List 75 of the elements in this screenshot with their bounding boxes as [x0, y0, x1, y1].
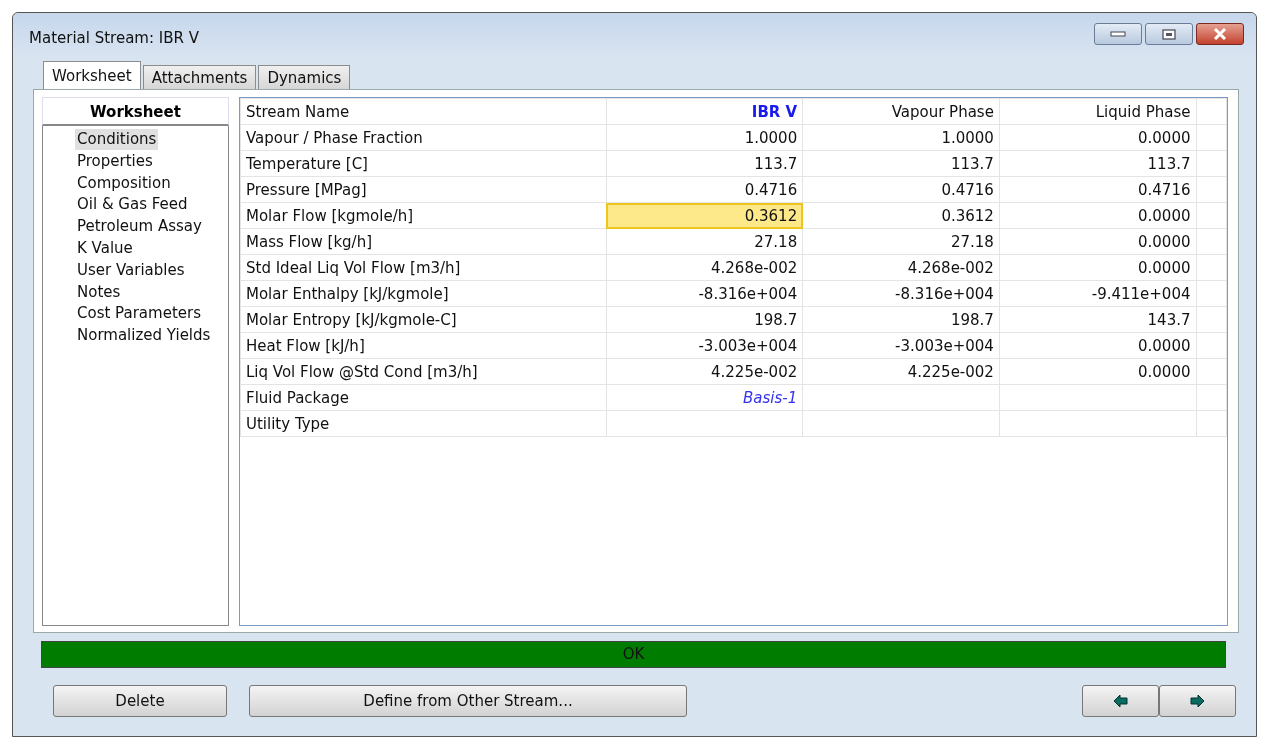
table-cell: 0.4716: [606, 176, 803, 203]
table-cell: 0.0000: [999, 228, 1196, 255]
sidebar-item[interactable]: K Value: [75, 238, 135, 259]
row-label: Pressure [MPag]: [240, 176, 607, 203]
delete-button[interactable]: Delete: [53, 685, 227, 717]
table-cell[interactable]: 0.3612: [606, 202, 803, 229]
row-label: Liq Vol Flow @Std Cond [m3/h]: [240, 358, 607, 385]
table-cell: 1.0000: [802, 124, 1000, 151]
fluid-package-link[interactable]: Basis-1: [606, 384, 803, 411]
forward-button[interactable]: [1159, 685, 1236, 717]
table-cell: 113.7: [802, 150, 1000, 177]
sidebar-item[interactable]: Normalized Yields: [75, 325, 213, 347]
table-cell: 0.0000: [999, 124, 1196, 151]
table-cell: 4.225e-002: [606, 358, 803, 385]
sidebar-item[interactable]: Oil & Gas Feed: [75, 194, 190, 216]
row-label: Std Ideal Liq Vol Flow [m3/h]: [240, 254, 607, 281]
table-cell: -8.316e+004: [606, 280, 803, 307]
right-arrow-icon: [1189, 694, 1206, 708]
row-label: Molar Entropy [kJ/kgmole-C]: [240, 306, 607, 333]
table-cell: 0.4716: [802, 176, 1000, 203]
table-cell: -3.003e+004: [802, 332, 1000, 359]
row-label: Molar Enthalpy [kJ/kgmole]: [240, 280, 607, 307]
table-cell: 0.0000: [999, 332, 1196, 359]
minimize-icon: [1110, 30, 1126, 38]
define-button[interactable]: Define from Other Stream...: [249, 685, 687, 717]
table-cell: 0.0000: [999, 254, 1196, 281]
table-cell: 4.268e-002: [606, 254, 803, 281]
table-cell: 27.18: [606, 228, 803, 255]
status-bar: OK: [41, 641, 1226, 668]
column-header: IBR V: [606, 98, 803, 125]
column-header: Liquid Phase: [999, 98, 1196, 125]
tab[interactable]: Dynamics: [258, 65, 351, 89]
sidebar-item[interactable]: Notes: [75, 281, 123, 303]
table-cell: 198.7: [606, 306, 803, 333]
table-cell: 143.7: [999, 306, 1196, 333]
tab[interactable]: Attachments: [142, 65, 257, 89]
maximize-button[interactable]: [1145, 23, 1193, 45]
table-cell: 4.268e-002: [802, 254, 1000, 281]
table-cell: 0.0000: [999, 358, 1196, 385]
table-cell: 27.18: [802, 228, 1000, 255]
minimize-button[interactable]: [1094, 23, 1142, 45]
sidebar-heading: Worksheet: [42, 97, 229, 126]
row-label: Temperature [C]: [240, 150, 607, 177]
back-button[interactable]: [1082, 685, 1159, 717]
table-cell: 0.3612: [802, 202, 1000, 229]
table-cell: 198.7: [802, 306, 1000, 333]
close-icon: [1212, 28, 1228, 40]
left-arrow-icon: [1112, 694, 1129, 708]
row-label: Mass Flow [kg/h]: [240, 228, 607, 255]
table-cell: 4.225e-002: [802, 358, 1000, 385]
table-cell: 0.4716: [999, 176, 1196, 203]
column-header: Vapour Phase: [802, 98, 1000, 125]
sidebar-item[interactable]: Cost Parameters: [75, 303, 203, 325]
table-cell: -9.411e+004: [999, 280, 1196, 307]
sidebar-item[interactable]: Conditions: [75, 129, 159, 150]
row-label: Vapour / Phase Fraction: [240, 124, 607, 151]
table-cell: -8.316e+004: [802, 280, 1000, 307]
row-label: Utility Type: [240, 410, 607, 437]
table-cell: 1.0000: [606, 124, 803, 151]
maximize-icon: [1162, 28, 1176, 40]
row-label: Heat Flow [kJ/h]: [240, 332, 607, 359]
sidebar-item[interactable]: Composition: [75, 172, 173, 194]
window-title: Material Stream: IBR V: [29, 29, 199, 47]
table-cell: 113.7: [606, 150, 803, 177]
table-cell: 113.7: [999, 150, 1196, 177]
sidebar-item[interactable]: Petroleum Assay: [75, 216, 204, 238]
sidebar-item[interactable]: Properties: [75, 150, 155, 172]
row-label: Fluid Package: [240, 384, 607, 411]
row-label: Molar Flow [kgmole/h]: [240, 202, 607, 229]
sidebar-item[interactable]: User Variables: [75, 259, 187, 281]
table-cell: 0.0000: [999, 202, 1196, 229]
column-header: Stream Name: [240, 98, 607, 125]
tab[interactable]: Worksheet: [43, 61, 141, 89]
table-cell: -3.003e+004: [606, 332, 803, 359]
close-button[interactable]: [1196, 23, 1244, 45]
